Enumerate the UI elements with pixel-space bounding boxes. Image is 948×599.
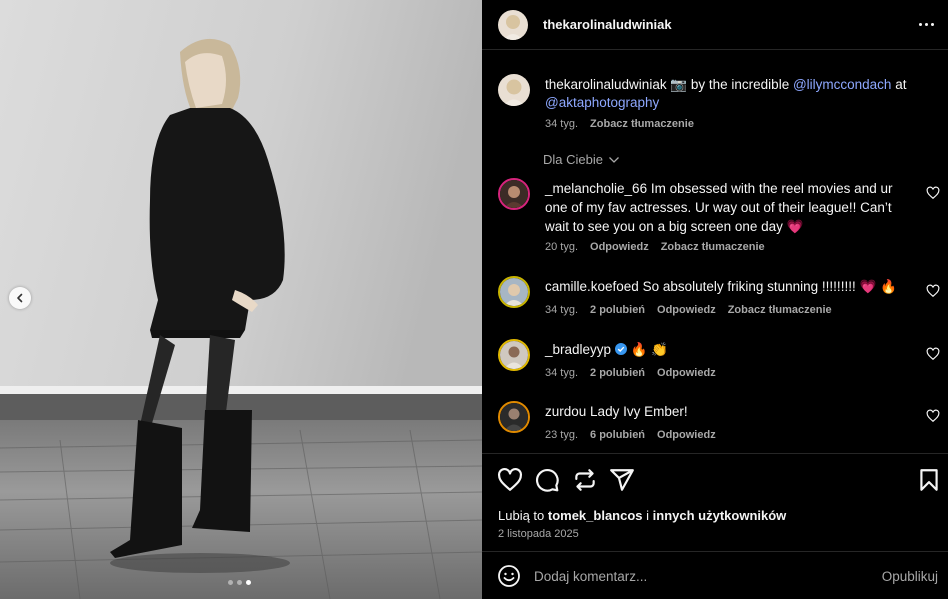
post-photo[interactable] — [0, 0, 482, 599]
caption-username[interactable]: thekarolinaludwiniak — [545, 77, 667, 92]
carousel-dot — [228, 580, 233, 585]
author-username[interactable]: thekarolinaludwiniak — [543, 17, 672, 32]
timestamp: 34 tyg. — [545, 367, 579, 379]
mention-link[interactable]: @aktaphotography — [545, 95, 659, 110]
send-icon[interactable] — [609, 467, 635, 493]
commenter-avatar[interactable] — [498, 178, 530, 210]
like-comment-icon[interactable] — [926, 186, 940, 200]
author-avatar[interactable] — [498, 74, 530, 106]
translate-link[interactable]: Zobacz tłumaczenie — [661, 241, 765, 253]
reply-button[interactable]: Odpowiedz — [657, 304, 716, 316]
comment-sort-dropdown[interactable]: Dla Ciebie — [543, 152, 620, 167]
post-date: 2 listopada 2025 — [498, 528, 579, 540]
reply-button[interactable]: Odpowiedz — [657, 367, 716, 379]
comment-icon[interactable] — [534, 467, 560, 493]
caption-meta: 34 tyg. Zobacz tłumaczenie — [545, 118, 694, 130]
translate-link[interactable]: Zobacz tłumaczenie — [590, 118, 694, 130]
commenter-avatar[interactable] — [498, 339, 530, 371]
more-options-icon[interactable] — [916, 14, 936, 34]
publish-button[interactable]: Opublikuj — [882, 569, 938, 584]
bookmark-icon[interactable] — [916, 467, 942, 493]
comment-composer: Opublikuj — [482, 551, 948, 599]
like-comment-icon[interactable] — [926, 347, 940, 361]
previous-slide-button[interactable] — [9, 287, 31, 309]
timestamp: 34 tyg. — [545, 118, 579, 130]
comment-meta: 23 tyg. 6 polubień Odpowiedz — [545, 429, 716, 441]
post-sidebar: thekarolinaludwiniak thekarolinaludwinia… — [482, 0, 948, 599]
emoji-icon[interactable] — [497, 564, 521, 588]
carousel-dot-active — [246, 580, 251, 585]
comment-meta: 34 tyg. 2 polubień Odpowiedz Zobacz tłum… — [545, 304, 832, 316]
comment-text: _melancholie_66 Im obsessed with the ree… — [545, 181, 893, 234]
post-actions: Lubią to tomek_blancos i innych użytkown… — [482, 453, 948, 551]
commenter-username[interactable]: zurdou — [545, 404, 586, 419]
comment-meta: 20 tyg. Odpowiedz Zobacz tłumaczenie — [545, 241, 765, 253]
reply-button[interactable]: Odpowiedz — [657, 429, 716, 441]
chevron-down-icon — [609, 156, 619, 163]
carousel-indicator — [228, 580, 251, 585]
likes-count[interactable]: 2 polubień — [590, 304, 645, 316]
others-link[interactable]: innych użytkowników — [653, 508, 787, 523]
translate-link[interactable]: Zobacz tłumaczenie — [728, 304, 832, 316]
commenter-username[interactable]: _bradleyyp — [545, 342, 611, 357]
likes-count[interactable]: 6 polubień — [590, 429, 645, 441]
caption-text: thekarolinaludwiniak 📷 by the incredible… — [545, 77, 907, 110]
likes-count[interactable]: 2 polubień — [590, 367, 645, 379]
chevron-left-icon — [17, 293, 23, 303]
share-icon[interactable] — [572, 467, 598, 493]
comment-text: zurdou Lady Ivy Ember! — [545, 404, 688, 419]
likes-summary[interactable]: Lubią to tomek_blancos i innych użytkown… — [498, 508, 786, 523]
timestamp: 23 tyg. — [545, 429, 579, 441]
heart-icon[interactable] — [497, 467, 523, 493]
commenter-username[interactable]: camille.koefoed — [545, 279, 639, 294]
post-header: thekarolinaludwiniak — [482, 0, 948, 50]
reply-button[interactable]: Odpowiedz — [590, 241, 649, 253]
comment-text: camille.koefoed So absolutely friking st… — [545, 279, 897, 294]
comment-sort-label: Dla Ciebie — [543, 152, 603, 167]
commenter-avatar[interactable] — [498, 401, 530, 433]
carousel-dot — [237, 580, 242, 585]
commenter-username[interactable]: _melancholie_66 — [545, 181, 647, 196]
author-avatar[interactable] — [498, 10, 528, 40]
like-comment-icon[interactable] — [926, 409, 940, 423]
timestamp: 20 tyg. — [545, 241, 579, 253]
timestamp: 34 tyg. — [545, 304, 579, 316]
mention-link[interactable]: @lilymccondach — [793, 77, 892, 92]
like-comment-icon[interactable] — [926, 284, 940, 298]
comment-meta: 34 tyg. 2 polubień Odpowiedz — [545, 367, 716, 379]
comment-input[interactable] — [534, 565, 854, 587]
post-image — [0, 0, 482, 599]
comment-text: _bradleyyp 🔥 👏 — [545, 342, 668, 357]
liker-username[interactable]: tomek_blancos — [548, 508, 643, 523]
verified-badge-icon — [614, 343, 627, 355]
commenter-avatar[interactable] — [498, 276, 530, 308]
